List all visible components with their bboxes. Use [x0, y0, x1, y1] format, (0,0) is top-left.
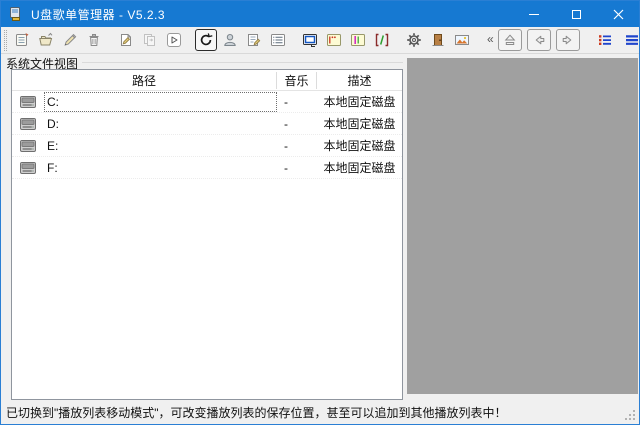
- drive-music-cell: -: [277, 95, 317, 109]
- song-list-button[interactable]: [267, 29, 289, 51]
- door-exit-icon: [430, 32, 446, 48]
- window-title: U盘歌单管理器 - V5.2.3: [31, 6, 165, 23]
- column-header-path[interactable]: 路径: [12, 72, 277, 89]
- hard-drive-icon: [12, 116, 44, 132]
- play-icon: [166, 32, 182, 48]
- view-details-button[interactable]: [594, 29, 616, 51]
- view-list-icon: [624, 32, 640, 48]
- hard-drive-icon: [12, 138, 44, 154]
- arrow-right-icon: [560, 32, 576, 48]
- picture-icon: [454, 32, 470, 48]
- arrow-left-icon: [531, 32, 547, 48]
- edit-playlist-button[interactable]: [59, 29, 81, 51]
- delete-playlist-button[interactable]: [83, 29, 105, 51]
- new-playlist-icon: [14, 32, 30, 48]
- new-file-button[interactable]: [115, 29, 137, 51]
- drive-table-header: 路径 音乐 描述: [12, 70, 402, 91]
- screen-view-button[interactable]: [299, 29, 321, 51]
- view-list-button[interactable]: [621, 29, 640, 51]
- drive-row[interactable]: F: - 本地固定磁盘: [12, 157, 402, 179]
- drive-row[interactable]: E: - 本地固定磁盘: [12, 135, 402, 157]
- note-bars-button[interactable]: [347, 29, 369, 51]
- nav-button-group: [498, 29, 582, 51]
- details-list-icon: [270, 32, 286, 48]
- refresh-button[interactable]: [195, 29, 217, 51]
- toolbar-gripper[interactable]: [4, 30, 7, 51]
- column-header-music[interactable]: 音乐: [277, 72, 317, 89]
- drive-desc-cell: 本地固定磁盘: [317, 93, 402, 110]
- drive-row[interactable]: C: - 本地固定磁盘: [12, 91, 402, 113]
- playlist-panel-empty: [407, 58, 638, 394]
- code-brackets-button[interactable]: [371, 29, 393, 51]
- resize-grip[interactable]: [623, 408, 636, 421]
- refresh-icon: [198, 32, 214, 48]
- settings-button[interactable]: [403, 29, 425, 51]
- drive-table[interactable]: 路径 音乐 描述 C: - 本地固定磁盘: [11, 69, 403, 400]
- toolbar-overflow-chevron[interactable]: «: [487, 32, 494, 46]
- drive-desc-cell: 本地固定磁盘: [317, 159, 402, 176]
- view-button-group: [594, 29, 640, 51]
- hard-drive-icon: [12, 160, 44, 176]
- minimize-icon: [529, 14, 539, 15]
- back-button[interactable]: [527, 29, 551, 51]
- user-icon: [222, 32, 238, 48]
- gear-icon: [406, 32, 422, 48]
- close-button[interactable]: [597, 1, 639, 27]
- view-details-icon: [597, 32, 613, 48]
- user-button[interactable]: [219, 29, 241, 51]
- hard-drive-icon: [12, 94, 44, 110]
- copy-files-icon: [142, 32, 158, 48]
- note-pencil-icon: [118, 32, 134, 48]
- app-window: U盘歌单管理器 - V5.2.3: [0, 0, 640, 425]
- note-red-marks-icon: [326, 32, 342, 48]
- minimize-button[interactable]: [513, 1, 555, 27]
- edit-info-button[interactable]: [243, 29, 265, 51]
- app-icon: [8, 6, 24, 22]
- eject-button[interactable]: [498, 29, 522, 51]
- new-playlist-button[interactable]: [11, 29, 33, 51]
- column-header-desc[interactable]: 描述: [317, 72, 402, 89]
- edit-form-icon: [246, 32, 262, 48]
- group-label-line: [82, 62, 403, 63]
- open-playlist-button[interactable]: [35, 29, 57, 51]
- note-pink-bar-icon: [350, 32, 366, 48]
- drive-music-cell: -: [277, 139, 317, 153]
- drive-path-cell[interactable]: C:: [44, 92, 277, 112]
- about-button[interactable]: [451, 29, 473, 51]
- eject-icon: [502, 32, 518, 48]
- play-button[interactable]: [163, 29, 185, 51]
- trash-icon: [86, 32, 102, 48]
- status-text: 已切换到"播放列表移动模式"，可改变播放列表的保存位置，甚至可以追加到其他播放列…: [6, 404, 507, 421]
- open-playlist-icon: [38, 32, 54, 48]
- drive-music-cell: -: [277, 117, 317, 131]
- maximize-icon: [572, 10, 581, 19]
- statusbar: 已切换到"播放列表移动模式"，可改变播放列表的保存位置，甚至可以追加到其他播放列…: [1, 400, 639, 425]
- copy-file-button[interactable]: [139, 29, 161, 51]
- edit-pencil-icon: [62, 32, 78, 48]
- drive-path-cell[interactable]: D:: [44, 114, 277, 134]
- forward-button[interactable]: [556, 29, 580, 51]
- drive-path-cell[interactable]: E:: [44, 136, 277, 156]
- titlebar: U盘歌单管理器 - V5.2.3: [1, 1, 639, 27]
- screen-icon: [302, 32, 318, 48]
- drive-desc-cell: 本地固定磁盘: [317, 137, 402, 154]
- drive-path-cell[interactable]: F:: [44, 158, 277, 178]
- drive-row[interactable]: D: - 本地固定磁盘: [12, 113, 402, 135]
- exit-button[interactable]: [427, 29, 449, 51]
- toolbar: «: [1, 27, 639, 54]
- drive-table-body: C: - 本地固定磁盘 D: - 本地固定磁盘: [12, 91, 402, 179]
- drive-desc-cell: 本地固定磁盘: [317, 115, 402, 132]
- brackets-slash-icon: [374, 32, 390, 48]
- note-marks-button[interactable]: [323, 29, 345, 51]
- maximize-button[interactable]: [555, 1, 597, 27]
- close-icon: [613, 9, 624, 20]
- drive-music-cell: -: [277, 161, 317, 175]
